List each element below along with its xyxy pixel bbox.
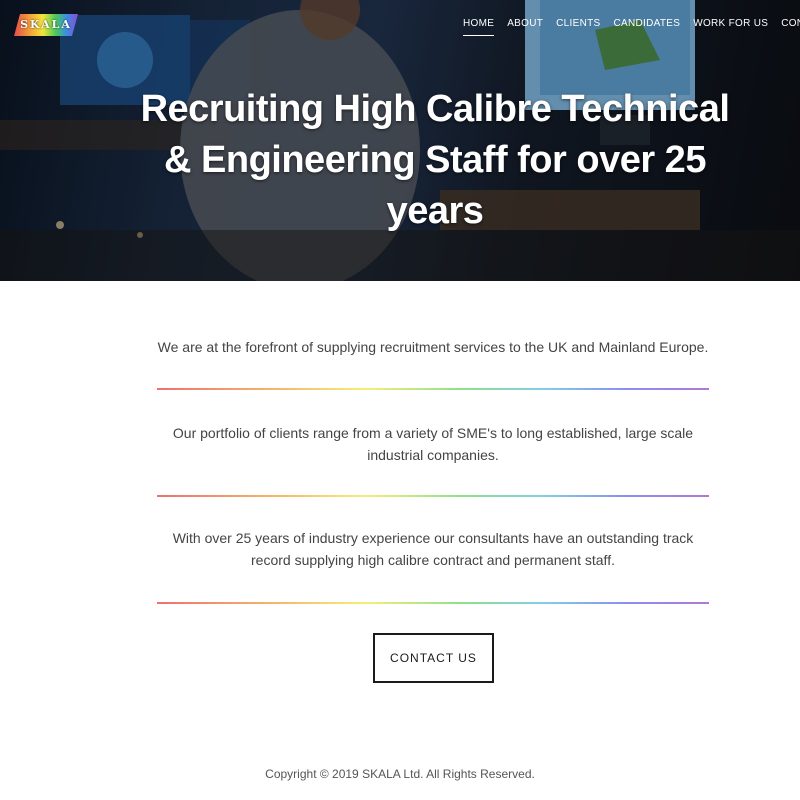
main-navigation: HOME ABOUT CLIENTS CANDIDATES WORK FOR U… — [463, 18, 800, 36]
logo-text: SKALA — [20, 18, 72, 31]
rainbow-divider — [157, 602, 709, 604]
hero-title: Recruiting High Calibre Technical & Engi… — [140, 88, 730, 232]
clients-paragraph: Our portfolio of clients range from a va… — [172, 425, 694, 463]
skala-logo[interactable]: SKALA — [14, 14, 78, 36]
rainbow-divider — [157, 388, 709, 390]
nav-item-home[interactable]: HOME — [463, 18, 495, 36]
nav-item-clients[interactable]: CLIENTS — [556, 18, 600, 36]
copyright-footer: Copyright © 2019 SKALA Ltd. All Rights R… — [265, 767, 535, 781]
hero-banner: SKALA HOME ABOUT CLIENTS CANDIDATES WORK… — [0, 0, 800, 281]
nav-item-candidates[interactable]: CANDIDATES — [614, 18, 681, 36]
nav-item-work-for-us[interactable]: WORK FOR US — [693, 18, 768, 36]
experience-paragraph: With over 25 years of industry experienc… — [172, 530, 694, 568]
contact-us-button[interactable]: CONTACT US — [373, 633, 494, 683]
nav-item-contact[interactable]: CONTACT — [781, 18, 800, 36]
nav-item-about[interactable]: ABOUT — [507, 18, 543, 36]
intro-paragraph: We are at the forefront of supplying rec… — [157, 339, 709, 355]
main-content: We are at the forefront of supplying rec… — [157, 336, 709, 604]
rainbow-divider — [157, 495, 709, 497]
